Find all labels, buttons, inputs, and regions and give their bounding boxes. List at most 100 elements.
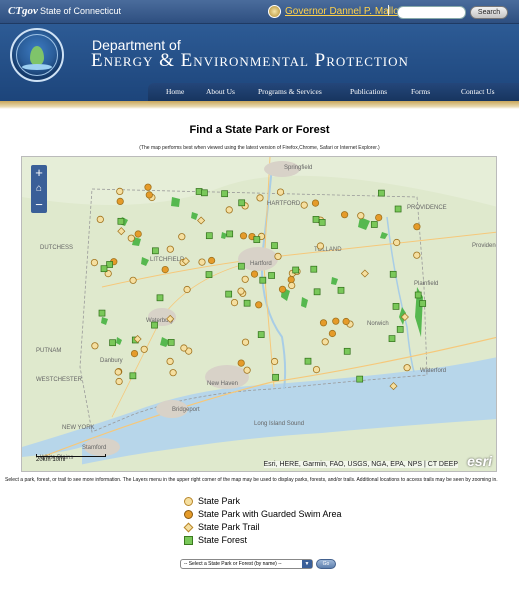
state-forest-marker[interactable] [106, 261, 113, 268]
state-park-marker[interactable] [96, 215, 104, 224]
state-forest-marker[interactable] [156, 294, 164, 302]
state-forest-marker[interactable] [268, 272, 275, 279]
state-park-marker[interactable] [357, 212, 365, 220]
state-park-marker[interactable] [180, 344, 188, 352]
state-forest-marker[interactable] [356, 375, 364, 383]
state-forest-marker[interactable] [388, 335, 396, 342]
swim-park-marker[interactable] [250, 270, 259, 278]
swim-park-marker[interactable] [255, 301, 263, 309]
swim-park-marker[interactable] [340, 211, 349, 219]
search-input[interactable] [397, 6, 466, 19]
state-forest-marker[interactable] [337, 286, 345, 294]
state-forest-marker[interactable] [167, 339, 175, 346]
state-park-marker[interactable] [140, 345, 148, 353]
home-icon[interactable]: ⌂ [31, 181, 47, 197]
state-forest-marker[interactable] [238, 199, 246, 207]
state-forest-marker[interactable] [225, 290, 233, 298]
state-forest-marker[interactable] [419, 300, 427, 307]
state-forest-marker[interactable] [378, 189, 385, 197]
swim-park-marker[interactable] [145, 191, 153, 199]
state-park-marker[interactable] [169, 369, 177, 377]
state-forest-marker[interactable] [414, 291, 422, 299]
state-forest-marker[interactable] [253, 236, 261, 243]
state-park-marker[interactable] [300, 201, 308, 209]
state-forest-marker[interactable] [257, 331, 265, 338]
state-park-marker[interactable] [316, 242, 324, 250]
nav-about-us[interactable]: About Us [206, 87, 235, 96]
state-forest-marker[interactable] [313, 288, 321, 296]
swim-park-marker[interactable] [278, 285, 287, 293]
state-park-marker[interactable] [237, 287, 245, 295]
zoom-in-button[interactable]: + [31, 165, 47, 181]
state-forest-marker[interactable] [129, 372, 137, 380]
state-forest-marker[interactable] [226, 230, 234, 238]
nav-contact-us[interactable]: Contact Us [461, 87, 495, 96]
state-forest-marker[interactable] [259, 276, 267, 284]
state-forest-marker[interactable] [394, 205, 402, 213]
state-forest-marker[interactable] [392, 303, 400, 310]
swim-park-marker[interactable] [413, 223, 421, 231]
search-button[interactable]: Search [470, 6, 508, 19]
state-park-marker[interactable] [127, 234, 135, 242]
state-park-marker[interactable] [114, 368, 122, 376]
swim-park-marker[interactable] [208, 256, 216, 265]
state-forest-marker[interactable] [396, 326, 404, 333]
state-park-marker[interactable] [115, 377, 123, 386]
swim-park-marker[interactable] [332, 317, 340, 325]
state-forest-marker[interactable] [271, 242, 278, 249]
nav-publications[interactable]: Publications [350, 87, 387, 96]
swim-park-marker[interactable] [134, 230, 142, 238]
state-forest-marker[interactable] [117, 217, 125, 225]
swim-park-marker[interactable] [319, 319, 328, 327]
state-forest-marker[interactable] [343, 347, 351, 355]
deep-seal-icon[interactable] [10, 28, 64, 82]
state-park-marker[interactable] [271, 357, 279, 366]
state-park-marker[interactable] [256, 194, 264, 202]
state-forest-marker[interactable] [109, 339, 116, 347]
state-forest-marker[interactable] [318, 219, 326, 226]
state-park-marker[interactable] [274, 252, 282, 261]
swim-park-marker[interactable] [144, 183, 152, 191]
swim-park-marker[interactable] [311, 199, 320, 207]
state-forest-marker[interactable] [205, 232, 213, 240]
swim-park-marker[interactable] [161, 266, 169, 274]
state-forest-marker[interactable] [370, 221, 378, 228]
swim-park-marker[interactable] [116, 197, 124, 206]
state-park-marker[interactable] [413, 251, 421, 259]
state-park-marker[interactable] [129, 276, 137, 284]
state-park-marker[interactable] [91, 342, 99, 350]
swim-park-marker[interactable] [237, 359, 245, 367]
state-park-marker[interactable] [183, 285, 191, 294]
state-forest-marker[interactable] [221, 190, 228, 198]
state-park-marker[interactable] [116, 187, 124, 196]
state-forest-marker[interactable] [389, 270, 397, 278]
map-canvas[interactable]: SpringfieldHARTFORDHartfordTOLLANDLITCHF… [22, 157, 497, 472]
state-park-marker[interactable] [276, 188, 285, 196]
parks-map[interactable]: Springfield HARTFORD Hartford TOLLAND LITCHF… [21, 156, 497, 472]
state-park-marker[interactable] [403, 364, 411, 372]
state-forest-marker[interactable] [152, 247, 159, 255]
state-park-marker[interactable] [198, 258, 206, 266]
state-park-marker[interactable] [241, 275, 249, 283]
state-forest-marker[interactable] [304, 357, 312, 365]
swim-park-marker[interactable] [130, 350, 139, 358]
state-park-marker[interactable] [230, 299, 239, 307]
state-forest-marker[interactable] [272, 373, 279, 381]
state-forest-marker[interactable] [238, 262, 245, 270]
state-forest-marker[interactable] [201, 189, 208, 197]
state-park-marker[interactable] [288, 281, 296, 290]
governor-link[interactable]: Governor Dannel P. Malloy [285, 6, 404, 17]
park-select-dropdown[interactable]: -- Select a State Park or Forest (by nam… [180, 558, 313, 569]
go-button[interactable]: Go [316, 558, 336, 569]
state-forest-marker[interactable] [312, 216, 320, 223]
swim-park-marker[interactable] [328, 329, 336, 338]
state-forest-marker[interactable] [98, 309, 106, 317]
zoom-out-button[interactable]: − [31, 197, 47, 213]
state-park-marker[interactable] [312, 366, 321, 374]
state-park-marker[interactable] [241, 338, 250, 346]
nav-programs-services[interactable]: Programs & Services [258, 87, 322, 96]
state-forest-marker[interactable] [310, 265, 318, 273]
state-park-marker[interactable] [225, 206, 233, 214]
swim-park-marker[interactable] [375, 213, 383, 222]
swim-park-marker[interactable] [287, 276, 295, 284]
